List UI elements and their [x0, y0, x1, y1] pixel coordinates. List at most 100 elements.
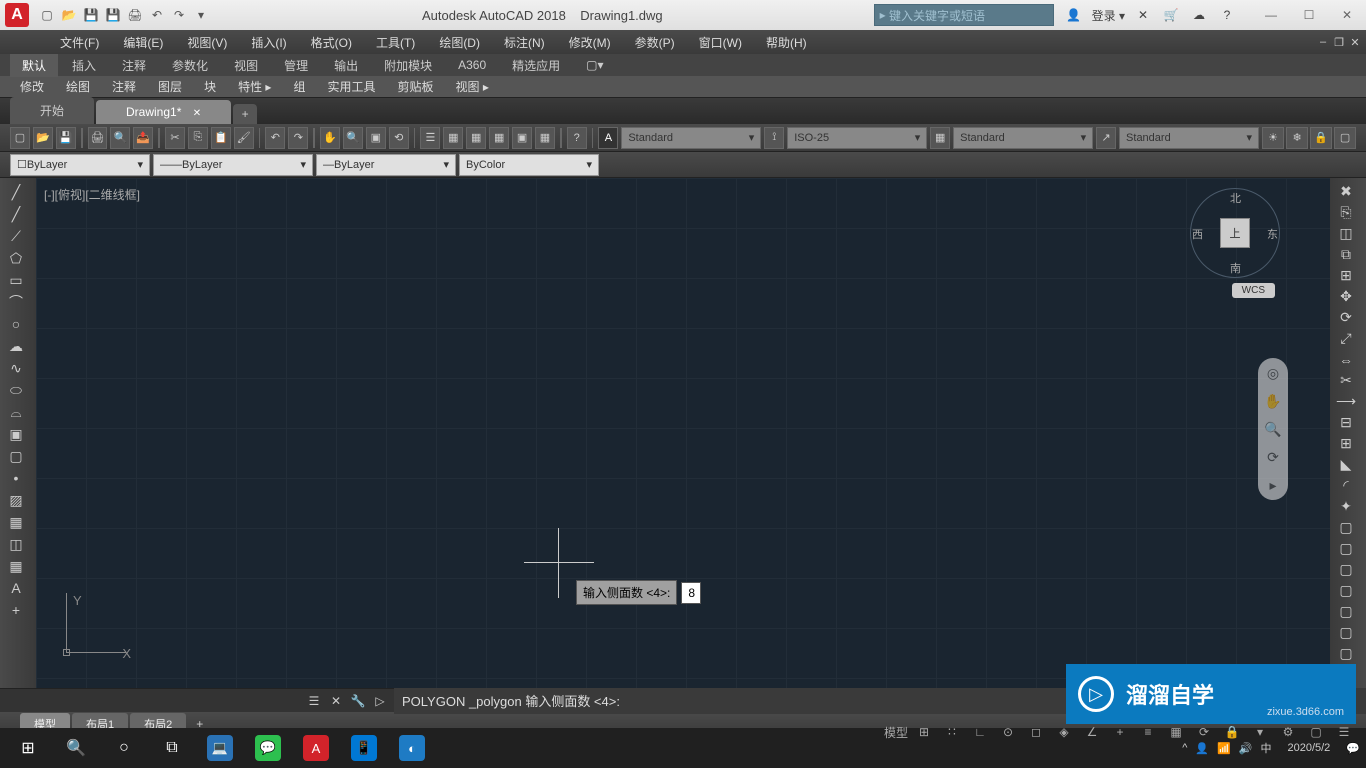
print-icon[interactable]: 🖨 [125, 5, 145, 25]
panel-properties[interactable]: 特性 ▸ [228, 75, 281, 98]
rotate-icon[interactable]: ⟳ [1332, 308, 1360, 327]
mtext-icon[interactable]: A [2, 578, 30, 598]
help-icon[interactable]: ? [1217, 5, 1237, 25]
offset-icon[interactable]: ⧉ [1332, 245, 1360, 264]
open-icon[interactable]: 📂 [59, 5, 79, 25]
panel-annotation[interactable]: 注释 [102, 75, 146, 98]
tb-save-icon[interactable]: 💾 [56, 127, 76, 149]
ribbon-tab-default[interactable]: 默认 [10, 54, 58, 77]
plotstyle-combo[interactable]: ByColor▾ [459, 154, 599, 176]
status-snap-icon[interactable]: ∷ [940, 722, 964, 742]
ellipse-icon[interactable]: ⬭ [2, 380, 30, 400]
taskbar-app-phone[interactable]: 📱 [342, 730, 386, 766]
tb-publish-icon[interactable]: 📤 [133, 127, 153, 149]
tb-zoom-icon[interactable]: 🔍 [343, 127, 363, 149]
tb-new-icon[interactable]: ▢ [10, 127, 30, 149]
tb-help-icon[interactable]: ? [567, 127, 587, 149]
line-icon[interactable]: ╱ [2, 182, 30, 202]
taskbar-app-autocad[interactable]: A [294, 730, 338, 766]
panel-groups[interactable]: 组 [283, 75, 315, 98]
tb-paste-icon[interactable]: 📋 [211, 127, 231, 149]
gradient-icon[interactable]: ▦ [2, 512, 30, 532]
hatch-icon[interactable]: ▨ [2, 490, 30, 510]
dynamic-input-field[interactable]: 8 [681, 582, 701, 604]
join-icon[interactable]: ⊞ [1332, 434, 1360, 453]
menu-file[interactable]: 文件(F) [50, 31, 109, 54]
menu-view[interactable]: 视图(V) [177, 31, 237, 54]
ribbon-tab-parametric[interactable]: 参数化 [160, 54, 220, 77]
point-icon[interactable]: • [2, 468, 30, 488]
tb-print-icon[interactable]: 🖨 [88, 127, 108, 149]
tb-undo-icon[interactable]: ↶ [265, 127, 285, 149]
doc-tab-start[interactable]: 开始 [10, 97, 94, 124]
tb-redo-icon[interactable]: ↷ [288, 127, 308, 149]
cloud-icon[interactable]: ☁ [1189, 5, 1209, 25]
nav-pan-icon[interactable]: ✋ [1262, 390, 1284, 412]
polyline-icon[interactable]: ⟋ [2, 226, 30, 246]
panel-draw[interactable]: 绘图 [56, 75, 100, 98]
steering-wheel-icon[interactable]: ◎ [1262, 362, 1284, 384]
wcs-dropdown[interactable]: WCS [1232, 283, 1275, 298]
status-polar-icon[interactable]: ⊙ [996, 722, 1020, 742]
app-logo-icon[interactable]: A [5, 3, 29, 27]
tb-zoomprev-icon[interactable]: ⟲ [389, 127, 409, 149]
minimize-button[interactable]: — [1257, 5, 1285, 25]
ribbon-tab-output[interactable]: 输出 [322, 54, 370, 77]
dim-style-combo[interactable]: ISO-25▾ [787, 127, 927, 149]
mod4-icon[interactable]: ▢ [1332, 581, 1360, 600]
status-workspace-icon[interactable]: ⚙ [1276, 722, 1300, 742]
tb-layer1-icon[interactable]: ☀ [1262, 127, 1284, 149]
redo-icon[interactable]: ↷ [169, 5, 189, 25]
scale-icon[interactable]: ⤢ [1332, 329, 1360, 348]
taskbar-app-browser[interactable]: ◐ [390, 730, 434, 766]
menu-edit[interactable]: 编辑(E) [113, 31, 173, 54]
circle-icon[interactable]: ○ [2, 314, 30, 334]
search-box[interactable]: ▸ 键入关键字或短语 [874, 4, 1054, 26]
tb-tablestyle-icon[interactable]: ▦ [930, 127, 950, 149]
tb-cut-icon[interactable]: ✂ [165, 127, 185, 149]
revcloud-icon[interactable]: ☁ [2, 336, 30, 356]
cmd-customize-icon[interactable]: 🔧 [348, 691, 368, 711]
construction-line-icon[interactable]: ╱ [2, 204, 30, 224]
viewport-controls[interactable]: [-][俯视][二维线框] [44, 186, 140, 203]
rectangle-icon[interactable]: ▭ [2, 270, 30, 290]
cmd-close-icon[interactable]: ✕ [326, 691, 346, 711]
extend-icon[interactable]: ⟶ [1332, 392, 1360, 411]
view-cube[interactable]: 上 北 南 东 西 [1190, 188, 1280, 278]
tb-sheets-icon[interactable]: ▦ [443, 127, 463, 149]
menu-window[interactable]: 窗口(W) [689, 31, 752, 54]
cmd-history-icon[interactable]: ☰ [304, 691, 324, 711]
search-button[interactable]: 🔍 [54, 730, 98, 766]
compass-south[interactable]: 南 [1230, 260, 1241, 276]
addselected-icon[interactable]: + [2, 600, 30, 620]
taskview-button[interactable]: ⧉ [150, 730, 194, 766]
move-icon[interactable]: ✥ [1332, 287, 1360, 306]
tb-zoomw-icon[interactable]: ▣ [366, 127, 386, 149]
doc-restore-button[interactable]: ❐ [1332, 35, 1346, 49]
mod7-icon[interactable]: ▢ [1332, 644, 1360, 663]
status-customize-icon[interactable]: ☰ [1332, 722, 1356, 742]
taskbar-app-explorer[interactable]: 💻 [198, 730, 242, 766]
status-transparency-icon[interactable]: ▦ [1164, 722, 1188, 742]
ribbon-tab-a360[interactable]: A360 [446, 55, 498, 75]
tb-qcalc-icon[interactable]: ▦ [535, 127, 555, 149]
break-icon[interactable]: ⊟ [1332, 413, 1360, 432]
mod6-icon[interactable]: ▢ [1332, 623, 1360, 642]
mod3-icon[interactable]: ▢ [1332, 560, 1360, 579]
array-icon[interactable]: ⊞ [1332, 266, 1360, 285]
cart-icon[interactable]: 🛒 [1161, 5, 1181, 25]
panel-utilities[interactable]: 实用工具 [317, 75, 385, 98]
mleader-style-combo[interactable]: Standard▾ [1119, 127, 1259, 149]
ribbon-tab-insert[interactable]: 插入 [60, 54, 108, 77]
ribbon-tab-manage[interactable]: 管理 [272, 54, 320, 77]
tb-pan-icon[interactable]: ✋ [320, 127, 340, 149]
copy-icon[interactable]: ⎘ [1332, 203, 1360, 222]
ribbon-tab-addins[interactable]: 附加模块 [372, 54, 444, 77]
lineweight-combo[interactable]: — ByLayer▾ [316, 154, 456, 176]
region-icon[interactable]: ◫ [2, 534, 30, 554]
ribbon-tab-annotate[interactable]: 注释 [110, 54, 158, 77]
ribbon-more-icon[interactable]: ▢▾ [574, 55, 615, 75]
maximize-button[interactable]: ☐ [1295, 5, 1323, 25]
arc-icon[interactable]: ⌒ [2, 292, 30, 312]
table-style-combo[interactable]: Standard▾ [953, 127, 1093, 149]
